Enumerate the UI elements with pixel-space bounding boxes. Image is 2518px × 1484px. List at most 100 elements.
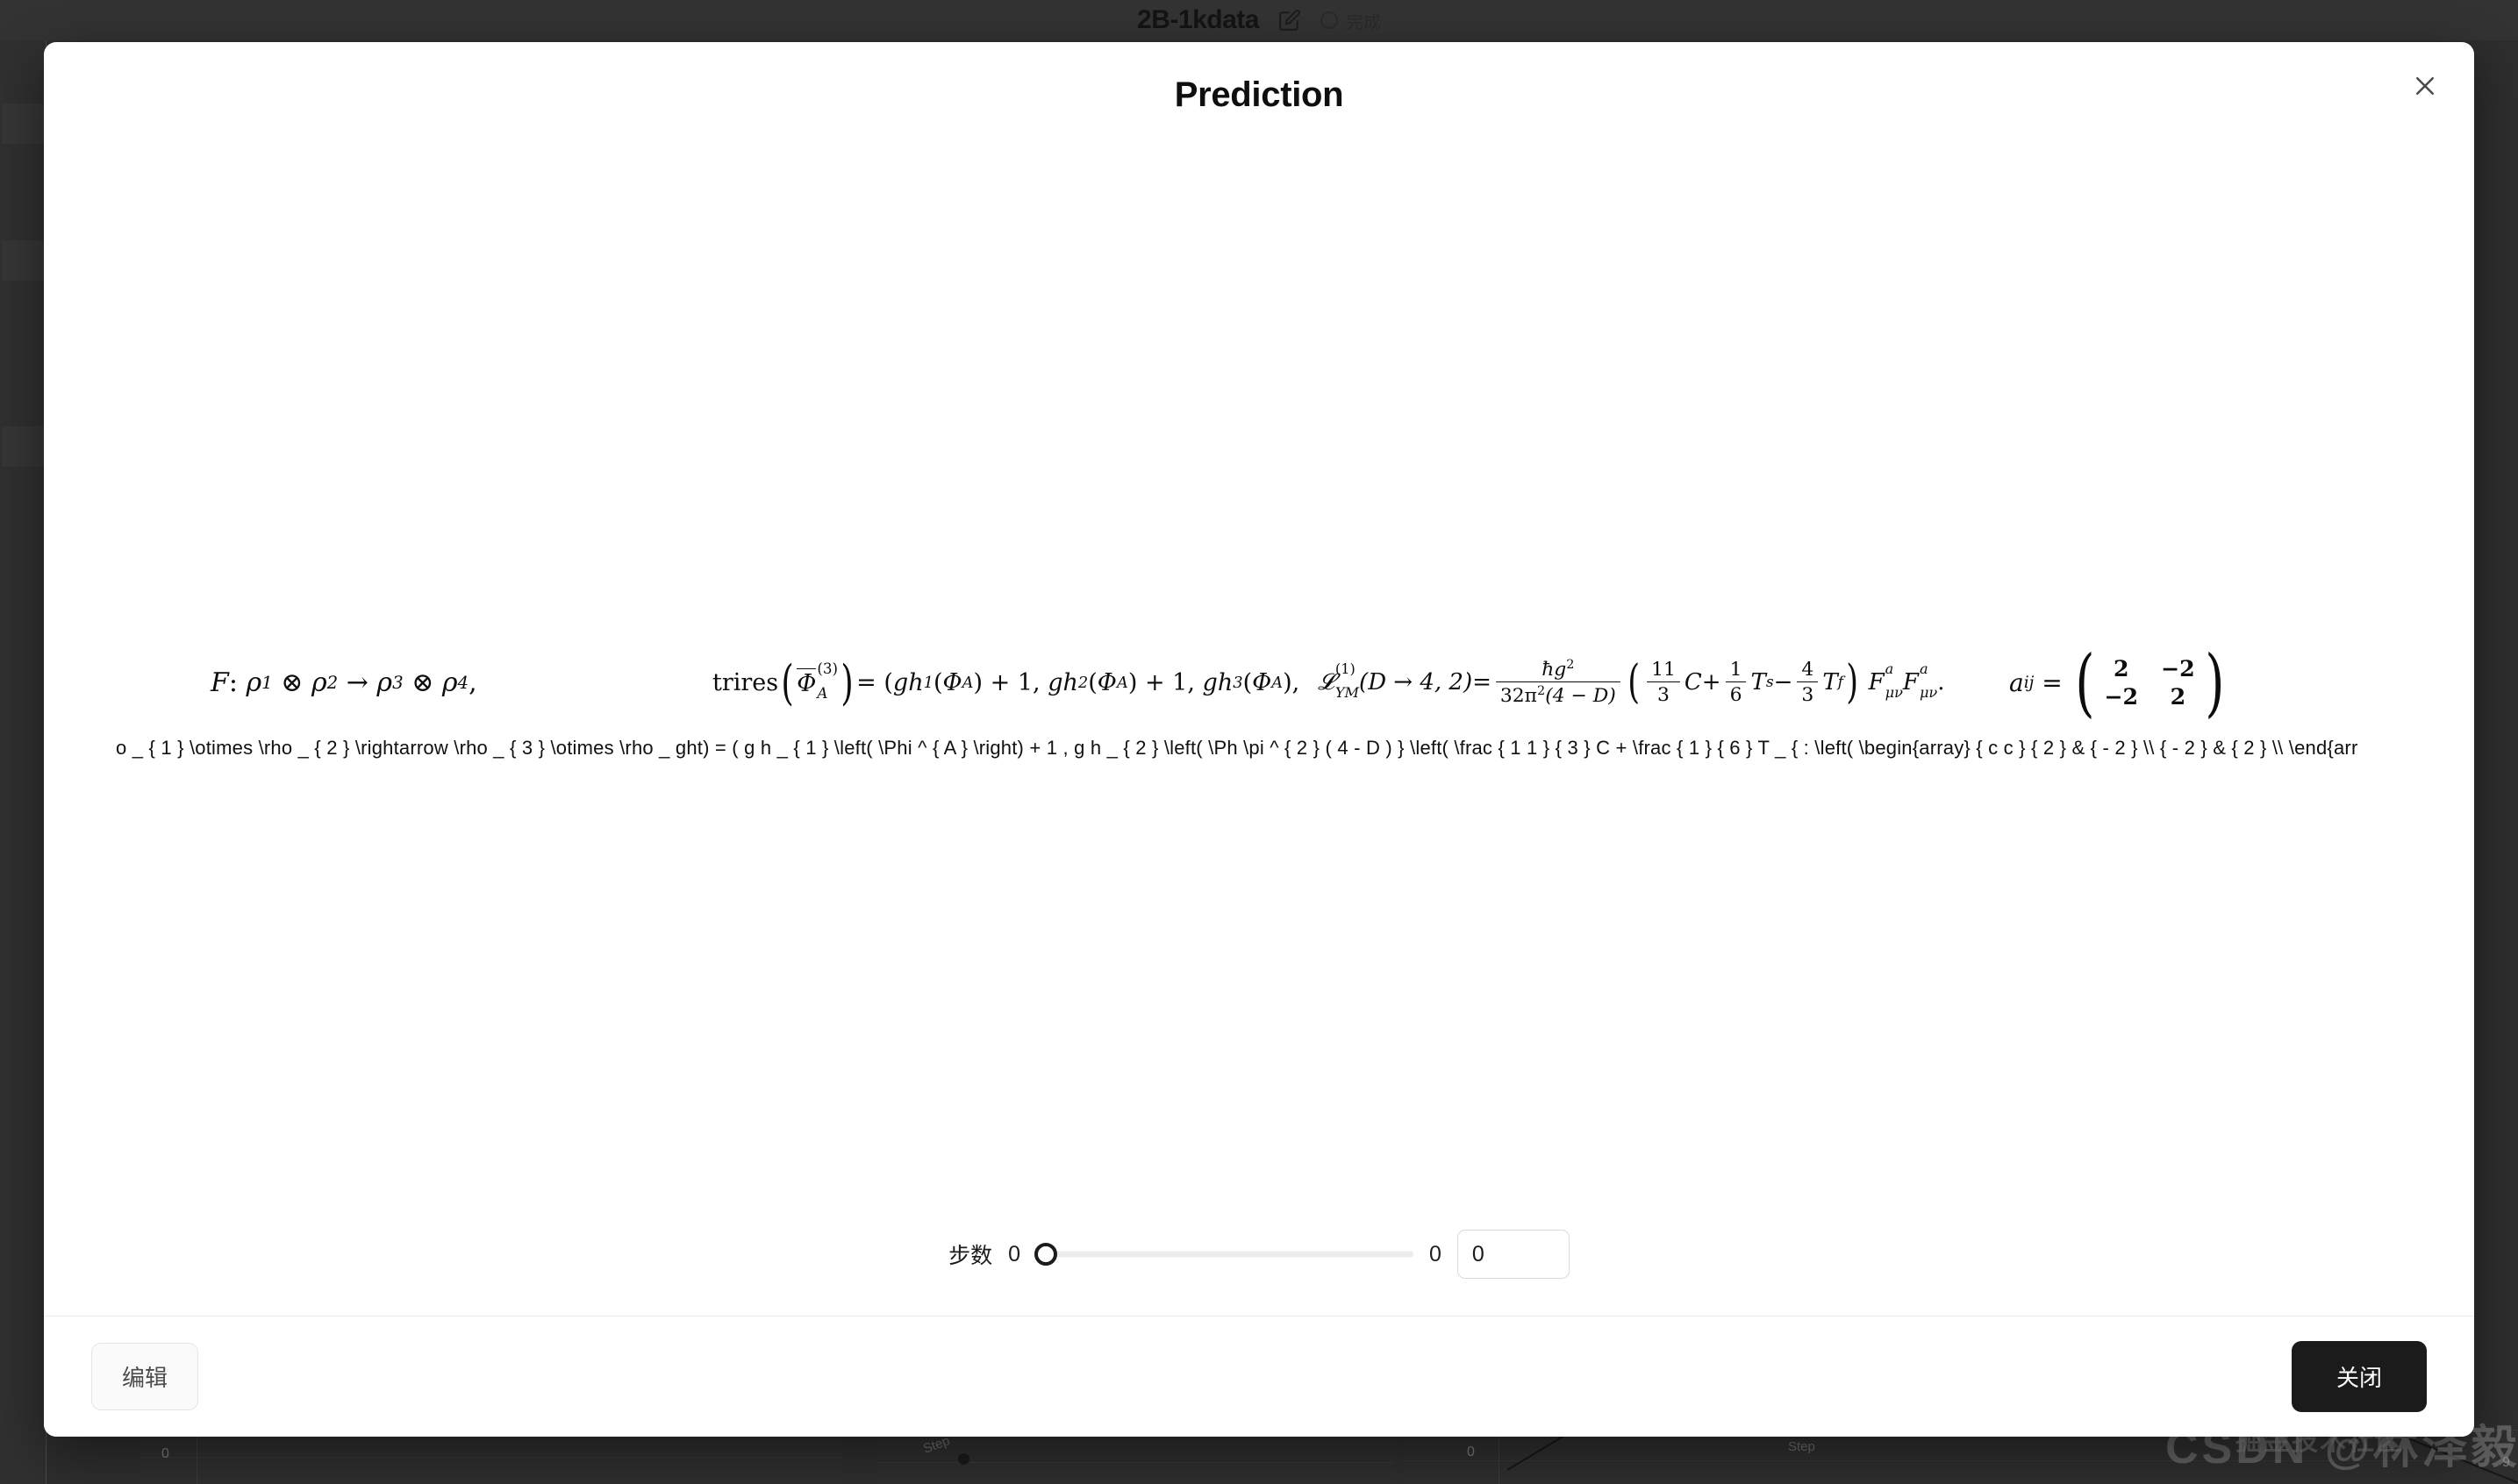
math-a: a [2009,667,2024,697]
chart-3-y-tick: 0 [1467,1445,1475,1459]
math-rho4-sub: 4 [457,672,469,693]
math-f2-den: 6 [1729,684,1742,706]
math-phi-sup3: (3) [817,659,839,677]
math-g-sup: 2 [1566,658,1575,673]
edit-button[interactable]: 编辑 [91,1343,199,1410]
matrix-grid: 2 −2 −2 2 [2104,655,2194,710]
project-status-badge: 完成 [1320,8,1381,33]
step-slider-label: 步数 [948,1244,993,1268]
math-minus-3: − [1773,669,1793,696]
matrix-cell-2-1: −2 [2104,683,2139,710]
edit-square-icon[interactable] [1278,9,1301,32]
math-rho3: ρ [376,667,393,698]
background-chart-1[interactable]: 0 [140,1430,842,1484]
math-preview-row: F: ρ1 ⊗ ρ2 → ρ3 ⊗ ρ4, trires (Φ (3) A) = (… [44,639,2474,725]
math-T-f: T [1822,669,1838,696]
close-icon[interactable] [2402,63,2448,109]
step-slider-thumb[interactable] [1034,1243,1057,1266]
math-comma-2b: , [1187,668,1195,696]
math-den-sup: 2 [1537,684,1546,698]
project-status-label: 完成 [1345,12,1381,32]
chart-4-y-tick: 9 [2502,1455,2510,1470]
math-colon: : [228,667,238,698]
math-h-3: h [1217,668,1234,696]
project-title: 2B-1kdata [1137,5,1259,34]
math-h-1: h [908,668,924,696]
math-fraction-4-3: 4 3 [1797,659,1819,706]
sidebar-item-3[interactable] [2,426,45,467]
math-L-sup: (1) [1334,660,1356,677]
modal-header: Prediction [44,42,2474,147]
math-phi-supA-3: A [1271,673,1284,692]
latex-source-line: o _ { 1 } \otimes \rho _ { 2 } \rightarr… [116,737,2358,759]
background-topbar: 2B-1kdata 完成 [0,0,2518,40]
math-eq-3: = [1472,669,1491,696]
background-chart-4[interactable]: Step 9 [1755,1430,2518,1484]
math-f1-num: 11 [1647,659,1680,682]
step-slider-min: 0 [1008,1241,1020,1266]
sidebar-item-1[interactable] [2,103,45,144]
math-rho2-sub: 2 [326,672,339,693]
step-slider-track[interactable] [1036,1251,1413,1258]
math-comma-2a: , [1033,668,1041,696]
math-rho1: ρ [246,667,262,698]
background-sidebar[interactable] [0,40,46,1484]
step-number-input[interactable] [1456,1230,1570,1279]
math-comma-1: , [469,667,477,698]
chart-4-x-axis-label: Step [1788,1439,1815,1454]
math-f1-den: 3 [1657,684,1670,706]
math-eq-4: = [2042,667,2063,697]
math-f2-num: 1 [1725,659,1747,682]
math-T-f-sub: f [1837,674,1844,691]
math-L-arg: (D → 4, 2) [1359,669,1473,696]
math-expression-tensor-map: F: ρ1 ⊗ ρ2 → ρ3 ⊗ ρ4, [211,667,477,698]
math-arrow: → [346,667,368,698]
math-hbar-g: ħg [1542,659,1567,681]
math-T-s-sub: s [1765,674,1774,691]
math-h3-sub: 3 [1233,673,1243,692]
modal-title: Prediction [1174,75,1344,114]
math-F-sub-1: μν [1885,683,1903,701]
math-den-32pi: 32π [1499,684,1538,707]
math-phi-subA: A [817,683,828,702]
step-slider[interactable] [1034,1240,1413,1268]
math-phi-1: Φ [942,668,962,696]
math-eq-2: = [856,668,876,696]
math-h-2: h [1062,668,1078,696]
prediction-modal: Prediction F: ρ1 ⊗ ρ2 → ρ3 ⊗ ρ4, trires … [44,42,2474,1437]
chart-1-y-tick: 0 [161,1446,169,1461]
math-tail-2: ), [1283,668,1300,696]
matrix-cell-2-2: 2 [2170,683,2186,710]
modal-body: F: ρ1 ⊗ ρ2 → ρ3 ⊗ ρ4, trires (Φ (3) A) = (… [44,147,2474,1316]
chart-2-point [958,1453,969,1465]
math-rho4: ρ [441,667,458,698]
matrix-cell-1-1: 2 [2113,655,2129,681]
math-F-tensor-2: F [1902,669,1919,696]
check-circle-icon [1320,11,1338,29]
math-rho1-sub: 1 [261,672,273,693]
math-F-sub-2: μν [1919,683,1938,701]
math-phi-supA-1: A [962,673,974,692]
math-phi-3: Φ [1252,668,1272,696]
math-h1-sub: 1 [923,673,934,692]
math-T-s: T [1750,669,1766,696]
math-plus1-a: + 1 [990,668,1034,696]
sidebar-item-2[interactable] [2,240,45,281]
chart-2-x-axis-label: Step [921,1433,952,1457]
math-otimes-2: ⊗ [411,667,434,698]
math-rho3-sub: 3 [392,672,404,693]
math-expression-cartan-matrix: a ij = ( 2 −2 −2 2 ) [2009,639,2225,725]
math-rho2: ρ [311,667,327,698]
background-chart-2[interactable]: Step [877,1430,1395,1484]
math-fraction-11-3: 11 3 [1647,659,1680,706]
math-g-3: g [1202,668,1218,696]
close-button[interactable]: 关闭 [2291,1341,2427,1412]
step-slider-row: 步数 0 0 [44,1230,2474,1279]
math-trires-fn: trires [712,668,779,696]
math-g-2: g [1048,668,1063,696]
matrix-cell-1-2: −2 [2161,655,2195,681]
math-f3-den: 3 [1801,684,1814,706]
math-f3-num: 4 [1797,659,1819,682]
math-phi-2: Φ [1097,668,1117,696]
math-L-sub: YM [1334,683,1360,701]
